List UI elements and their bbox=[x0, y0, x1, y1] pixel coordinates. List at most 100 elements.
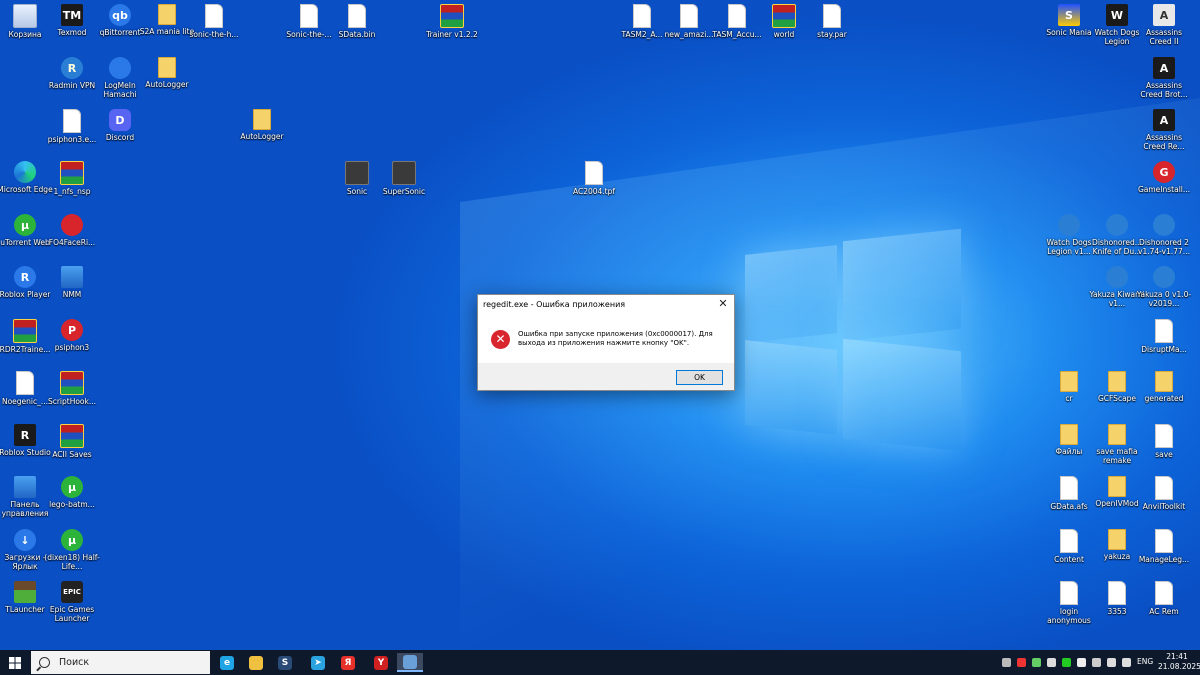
desktop-icon-aciisaves[interactable]: ACII Saves bbox=[42, 424, 102, 459]
world-icon bbox=[772, 4, 796, 28]
taskbar-regedit[interactable] bbox=[397, 653, 423, 672]
tray-1-icon[interactable] bbox=[1002, 658, 1011, 667]
noegenic-icon bbox=[16, 371, 34, 395]
desktop-icon-ac2004[interactable]: AC2004.tpf bbox=[564, 161, 624, 196]
desktop-icon-discord[interactable]: D Discord bbox=[90, 109, 150, 142]
desktop-icon-scripthook[interactable]: ScriptHook... bbox=[42, 371, 102, 406]
desktop-icon-autologger2[interactable]: AutoLogger bbox=[232, 109, 292, 141]
desktop-icon-yakuza0[interactable]: Yakuza 0 v1.0-v2019... bbox=[1134, 266, 1194, 308]
tasmacc-icon bbox=[728, 4, 746, 28]
aciisaves-icon bbox=[60, 424, 84, 448]
desktop-icon-disruptma[interactable]: DisruptMa... bbox=[1134, 319, 1194, 354]
desktop-icon-label: (dixen18) Half-Life... bbox=[44, 553, 100, 571]
desktop-icon-dishonored2[interactable]: Dishonored 2 v1.74-v1.77... bbox=[1134, 214, 1194, 256]
desktop-icon-supersonic[interactable]: SuperSonic bbox=[374, 161, 434, 196]
tray-3-icon[interactable] bbox=[1032, 658, 1041, 667]
generated-icon bbox=[1155, 371, 1173, 392]
desktop-icon-acbrot[interactable]: A Assassins Creed Brot... bbox=[1134, 57, 1194, 99]
loginanon-icon bbox=[1060, 581, 1078, 605]
f3353-icon bbox=[1108, 581, 1126, 605]
taskbar-yandex[interactable]: Я bbox=[335, 653, 361, 672]
language-indicator[interactable]: ENG bbox=[1137, 657, 1153, 666]
gcfscape-icon bbox=[1108, 371, 1126, 392]
dishonored1-icon bbox=[1106, 214, 1128, 236]
desktop-icon-label: Trainer v1.2.2 bbox=[426, 30, 478, 39]
desktop-icon-label: save bbox=[1155, 450, 1173, 459]
desktop-icon-generated[interactable]: generated bbox=[1134, 371, 1194, 403]
tray-4-icon[interactable] bbox=[1047, 658, 1056, 667]
desktop-icon-acre[interactable]: A Assassins Creed Re... bbox=[1134, 109, 1194, 151]
telegram-icon: ➤ bbox=[311, 655, 325, 670]
sonicmania-icon: S bbox=[1058, 4, 1080, 26]
explorer-icon bbox=[249, 655, 263, 670]
desktop-icon-ac2[interactable]: A Assassins Creed II bbox=[1134, 4, 1194, 46]
nfsnp-icon bbox=[60, 161, 84, 185]
desktop-icon-staypar[interactable]: stay.par bbox=[802, 4, 862, 39]
ok-button[interactable]: OK bbox=[676, 370, 723, 385]
search-box[interactable]: Поиск bbox=[31, 651, 210, 674]
psiphon1-icon bbox=[63, 109, 81, 133]
files-icon bbox=[1060, 424, 1078, 445]
desktop-icon-anvil[interactable]: AnvilToolkit bbox=[1134, 476, 1194, 511]
desktop-icon-label: DisruptMa... bbox=[1141, 345, 1187, 354]
ac2004-icon bbox=[585, 161, 603, 185]
steam-icon: S bbox=[278, 655, 292, 670]
taskbar-telegram[interactable]: ➤ bbox=[305, 653, 331, 672]
desktop-icon-manageleg[interactable]: ManageLeg... bbox=[1134, 529, 1194, 564]
wdl2-icon bbox=[1058, 214, 1080, 236]
error-icon: ✕ bbox=[491, 330, 510, 349]
desktop-icon-psiphon2[interactable]: Ppsiphon3 bbox=[42, 319, 102, 352]
desktop-icon-epic[interactable]: EPIC Epic Games Launcher bbox=[42, 581, 102, 623]
discord-icon: D bbox=[109, 109, 131, 131]
gameinstall-icon: G bbox=[1153, 161, 1175, 183]
sdata-icon bbox=[348, 4, 366, 28]
desktop-icon-autologger1[interactable]: AutoLogger bbox=[137, 57, 197, 89]
yandex-browser-icon: Y bbox=[374, 655, 388, 670]
texmod-icon: TM bbox=[61, 4, 83, 26]
desktop-icon-label: Assassins Creed Brot... bbox=[1140, 81, 1188, 99]
desktop-icon-sdata[interactable]: SData.bin bbox=[327, 4, 387, 39]
acrem-icon bbox=[1155, 581, 1173, 605]
taskbar-edge[interactable]: e bbox=[214, 653, 240, 672]
desktop-icon-halflife[interactable]: µ (dixen18) Half-Life... bbox=[42, 529, 102, 571]
dialog-close-button[interactable]: ✕ bbox=[712, 295, 734, 313]
fo4face-icon bbox=[61, 214, 83, 236]
desktop[interactable]: Корзина TM Texmod qb qBittorrent S2A mania li… bbox=[0, 0, 1200, 650]
yakuza0-icon bbox=[1153, 266, 1175, 288]
tray-6-icon[interactable] bbox=[1077, 658, 1086, 667]
desktop-icon-nmm[interactable]: NMM bbox=[42, 266, 102, 299]
desktop-icon-label: AC Rem bbox=[1149, 607, 1179, 616]
desktop-icon-sonic1[interactable]: sonic-the-h... bbox=[184, 4, 244, 39]
desktop-icon-label: ManageLeg... bbox=[1138, 555, 1190, 564]
anvil-icon bbox=[1155, 476, 1173, 500]
tray-7-icon[interactable] bbox=[1092, 658, 1101, 667]
edge-icon bbox=[14, 161, 36, 183]
taskbar-explorer[interactable] bbox=[243, 653, 269, 672]
error-dialog[interactable]: regedit.exe - Ошибка приложения ✕ ✕ Ошиб… bbox=[477, 294, 735, 391]
newamaz-icon bbox=[680, 4, 698, 28]
desktop-icon-legobatman[interactable]: µ lego-batm... bbox=[42, 476, 102, 509]
desktop-icon-fo4face[interactable]: FO4FaceRi... bbox=[42, 214, 102, 247]
desktop-icon-gameinstall[interactable]: G GameInstall... bbox=[1134, 161, 1194, 194]
desktop-icon-label: FO4FaceRi... bbox=[48, 238, 96, 247]
taskbar-yandex-browser[interactable]: Y bbox=[368, 653, 394, 672]
nmm-icon bbox=[61, 266, 83, 288]
desktop-icon-label: Yakuza 0 v1.0-v2019... bbox=[1136, 290, 1192, 308]
clock[interactable]: 21:41 21.08.2025 bbox=[1158, 652, 1200, 672]
yakuzak-icon bbox=[1106, 266, 1128, 288]
network-icon[interactable] bbox=[1107, 658, 1116, 667]
display-icon[interactable] bbox=[1122, 658, 1131, 667]
acbrot-icon: A bbox=[1153, 57, 1175, 79]
tray-5-icon[interactable] bbox=[1062, 658, 1071, 667]
start-button[interactable] bbox=[0, 650, 30, 675]
desktop-icon-trainer[interactable]: Trainer v1.2.2 bbox=[422, 4, 482, 39]
desktop-icon-save[interactable]: save bbox=[1134, 424, 1194, 459]
hamachi-icon bbox=[109, 57, 131, 79]
tray-2-icon[interactable] bbox=[1017, 658, 1026, 667]
desktop-icon-acrem[interactable]: AC Rem bbox=[1134, 581, 1194, 616]
desktop-icon-nfsnp[interactable]: 1_nfs_nsp bbox=[42, 161, 102, 196]
downloads-icon: ↓ bbox=[14, 529, 36, 551]
regedit-icon bbox=[403, 654, 417, 669]
savemafia-icon bbox=[1108, 424, 1126, 445]
taskbar-steam[interactable]: S bbox=[272, 653, 298, 672]
